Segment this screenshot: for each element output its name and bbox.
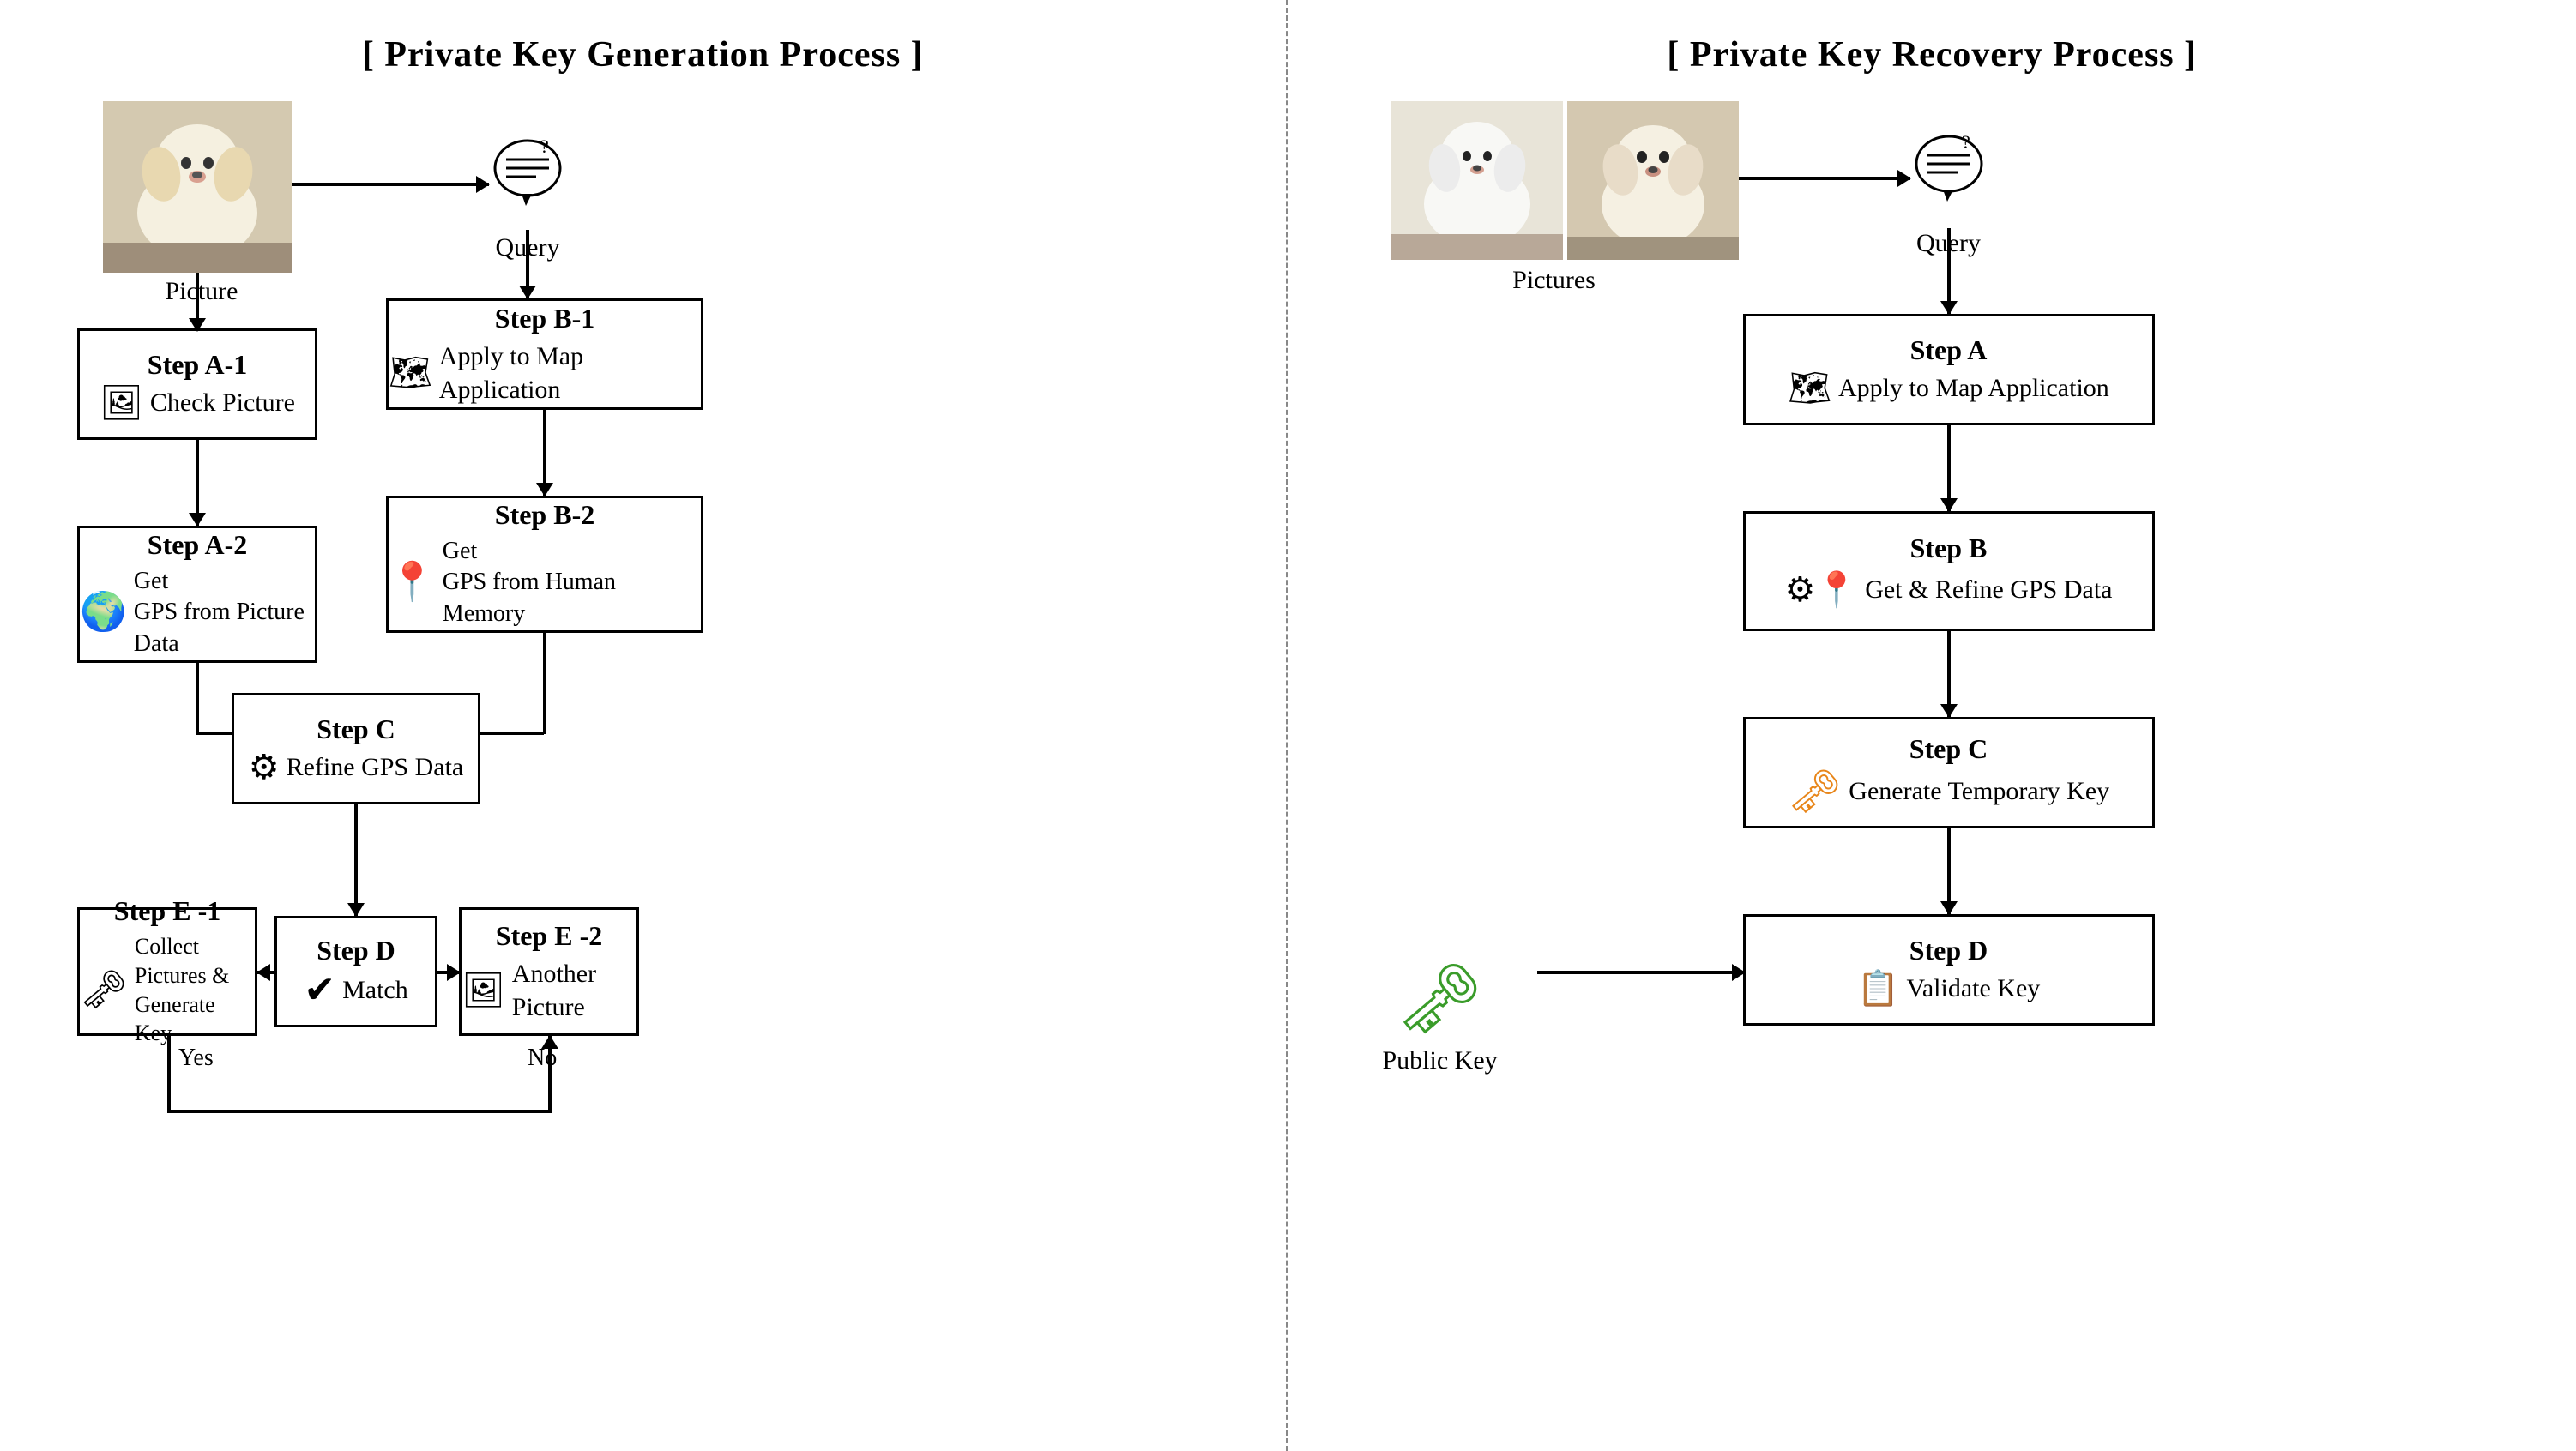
step-a1-box: Step A-1 🖼 Check Picture (77, 328, 317, 440)
step-e1-text: Collect Pictures &Generate Key (135, 932, 255, 1048)
step-c-icon: ⚙ (249, 750, 280, 785)
right-content: Pictures ? Query (1340, 101, 2525, 1415)
main-container: [ Private Key Generation Process ] (0, 0, 2576, 1451)
arrow-pubkey-to-d (1537, 971, 1745, 974)
left-panel: [ Private Key Generation Process ] (0, 0, 1288, 1451)
step-a-right-text: Apply to Map Application (1838, 371, 2109, 405)
arrow-b2-down (543, 633, 546, 734)
picture-caption: Picture (137, 277, 266, 306)
step-b1-text: Apply to Map Application (439, 340, 701, 406)
step-d-right-content: 📋 Validate Key (1857, 972, 2041, 1006)
step-a2-text: GetGPS from Picture Data (134, 566, 315, 659)
arrow-photo-to-query (292, 183, 489, 186)
left-content: Picture ? Query (51, 101, 1234, 1415)
step-c-right-text: Generate Temporary Key (1849, 774, 2109, 808)
step-a1-text: Check Picture (150, 386, 295, 419)
step-b2-content: 📍 GetGPS from Human Memory (389, 536, 701, 629)
step-c-label: Step C (317, 713, 395, 745)
arrow-c-to-d-right (1947, 828, 1951, 914)
step-a2-content: 🌍 GetGPS from Picture Data (80, 566, 315, 659)
step-b-right-icon: ⚙📍 (1785, 569, 1859, 610)
step-b2-box: Step B-2 📍 GetGPS from Human Memory (386, 496, 703, 633)
step-a1-label: Step A-1 (148, 349, 247, 381)
step-d-right-label: Step D (1909, 935, 1988, 966)
step-a-right-content: 🗺 Apply to Map Application (1788, 371, 2109, 406)
step-b-right-label: Step B (1910, 533, 1988, 564)
yes-label: Yes (178, 1045, 214, 1072)
step-b-right-content: ⚙📍 Get & Refine GPS Data (1785, 569, 2113, 610)
step-c-text: Refine GPS Data (287, 750, 464, 784)
step-b2-label: Step B-2 (495, 499, 594, 531)
arrow-c-to-d (354, 804, 358, 916)
public-key-label: Public Key (1383, 1046, 1498, 1075)
step-b1-icon: 🗺 (389, 356, 432, 390)
step-c-right-icon: 🗝 (1788, 770, 1842, 813)
arrow-a1-to-a2 (196, 440, 199, 526)
step-e2-text: Another Picture (512, 957, 636, 1024)
step-a2-label: Step A-2 (148, 529, 247, 561)
step-e2-content: 🖼 Another Picture (462, 957, 636, 1024)
step-a-right-label: Step A (1910, 334, 1988, 366)
left-panel-title: [ Private Key Generation Process ] (51, 34, 1234, 75)
step-a2-icon: 🌍 (80, 593, 127, 631)
step-d-right-box: Step D 📋 Validate Key (1743, 914, 2155, 1026)
step-e1-label: Step E -1 (114, 895, 220, 927)
step-d-label: Step D (317, 935, 395, 966)
right-panel: [ Private Key Recovery Process ] (1288, 0, 2576, 1451)
step-e2-label: Step E -2 (496, 920, 602, 952)
step-b-right-text: Get & Refine GPS Data (1865, 573, 2112, 606)
step-b1-content: 🗺 Apply to Map Application (389, 340, 701, 406)
arrow-e1-down (167, 1036, 171, 1113)
arrow-d-to-e1 (257, 971, 276, 974)
step-d-box: Step D ✔ Match (274, 916, 437, 1027)
step-b2-icon: 📍 (389, 563, 436, 601)
step-b2-text: GetGPS from Human Memory (443, 536, 701, 629)
step-b1-label: Step B-1 (495, 303, 594, 334)
step-c-content: ⚙ Refine GPS Data (249, 750, 464, 785)
step-c-right-box: Step C 🗝 Generate Temporary Key (1743, 717, 2155, 828)
arrow-a2-down (196, 663, 199, 735)
arrow-photo-to-a1 (196, 273, 199, 331)
arrow-query-to-a-right (1947, 228, 1951, 314)
right-panel-title: [ Private Key Recovery Process ] (1340, 34, 2525, 75)
arrow-e2-up (548, 1036, 552, 1113)
step-e2-box: Step E -2 🖼 Another Picture (459, 907, 639, 1036)
step-a1-content: 🖼 Check Picture (100, 386, 295, 420)
svg-text:?: ? (540, 135, 549, 157)
step-e1-content: 🗝 Collect Pictures &Generate Key (80, 932, 255, 1048)
step-a-right-box: Step A 🗺 Apply to Map Application (1743, 314, 2155, 425)
step-d-right-text: Validate Key (1907, 972, 2041, 1005)
step-b-right-box: Step B ⚙📍 Get & Refine GPS Data (1743, 511, 2155, 631)
arrow-d-to-e2 (436, 971, 460, 974)
arrow-query-to-b1 (526, 230, 529, 298)
arrow-b-to-c-right (1947, 631, 1951, 717)
step-a2-box: Step A-2 🌍 GetGPS from Picture Data (77, 526, 317, 663)
step-a-right-icon: 🗺 (1788, 371, 1831, 406)
pictures-caption: Pictures (1486, 266, 1623, 295)
step-c-right-content: 🗝 Generate Temporary Key (1788, 770, 2109, 813)
step-d-text: Match (342, 973, 408, 1007)
svg-text:?: ? (1962, 131, 1970, 153)
step-a1-icon: 🖼 (100, 386, 143, 420)
step-d-right-icon: 📋 (1857, 972, 1900, 1006)
public-key-icon: 🗝 (1397, 959, 1484, 1039)
step-e1-box: Step E -1 🗝 Collect Pictures &Generate K… (77, 907, 257, 1036)
arrow-a-to-b-right (1947, 425, 1951, 511)
dog-photo-left (103, 101, 292, 273)
dog-photo-right-1 (1391, 101, 1563, 260)
step-d-content: ✔ Match (304, 972, 408, 1009)
public-key-section: 🗝 Public Key (1383, 959, 1498, 1075)
arrow-b1-to-b2 (543, 410, 546, 496)
arrow-loop-bottom (167, 1110, 552, 1113)
step-e1-icon: 🗝 (80, 972, 128, 1009)
arrow-photos-to-query-right (1739, 177, 1910, 180)
step-d-icon: ✔ (304, 972, 335, 1009)
step-e2-icon: 🖼 (462, 973, 505, 1008)
step-c-box: Step C ⚙ Refine GPS Data (232, 693, 480, 804)
dog-photo-right-2 (1567, 101, 1739, 260)
step-c-right-label: Step C (1909, 733, 1988, 765)
step-b1-box: Step B-1 🗺 Apply to Map Application (386, 298, 703, 410)
